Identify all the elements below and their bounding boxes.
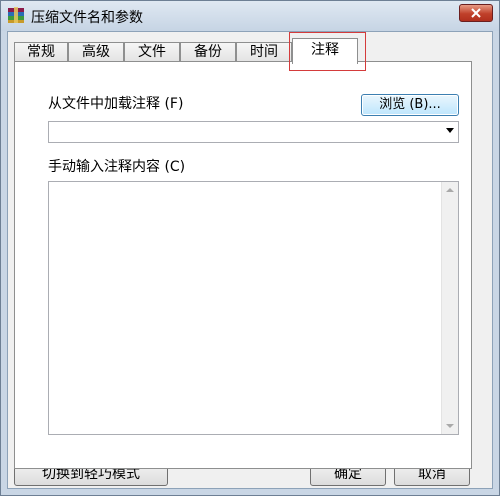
window-title: 压缩文件名和参数 xyxy=(31,10,143,26)
scroll-up-arrow-icon[interactable] xyxy=(446,188,454,192)
close-icon xyxy=(471,8,481,18)
dialog-window: 压缩文件名和参数 常规 高级 文件 备份 时间 注释 从文件中加载注释 (F) … xyxy=(0,0,500,496)
tab-general[interactable]: 常规 xyxy=(14,42,68,63)
tab-backup[interactable]: 备份 xyxy=(180,42,236,63)
comment-textarea[interactable] xyxy=(48,181,459,435)
load-comment-label: 从文件中加载注释 (F) xyxy=(48,96,184,112)
comment-file-combobox[interactable] xyxy=(48,121,459,143)
tab-advanced[interactable]: 高级 xyxy=(68,42,124,63)
tab-time[interactable]: 时间 xyxy=(236,42,292,63)
title-bar[interactable]: 压缩文件名和参数 xyxy=(1,1,499,31)
tab-highlight-annotation xyxy=(289,32,366,71)
comment-panel: 从文件中加载注释 (F) 浏览 (B)... 手动输入注释内容 (C) xyxy=(14,61,472,469)
dropdown-arrow-icon[interactable] xyxy=(446,128,454,133)
close-button[interactable] xyxy=(459,4,493,22)
manual-comment-label: 手动输入注释内容 (C) xyxy=(48,159,186,175)
browse-button[interactable]: 浏览 (B)... xyxy=(361,94,459,116)
dialog-content: 常规 高级 文件 备份 时间 注释 从文件中加载注释 (F) 浏览 (B)...… xyxy=(7,31,493,489)
scroll-down-arrow-icon[interactable] xyxy=(446,424,454,428)
winrar-app-icon xyxy=(8,7,24,23)
tab-files[interactable]: 文件 xyxy=(124,42,180,63)
comment-scrollbar[interactable] xyxy=(441,182,458,434)
